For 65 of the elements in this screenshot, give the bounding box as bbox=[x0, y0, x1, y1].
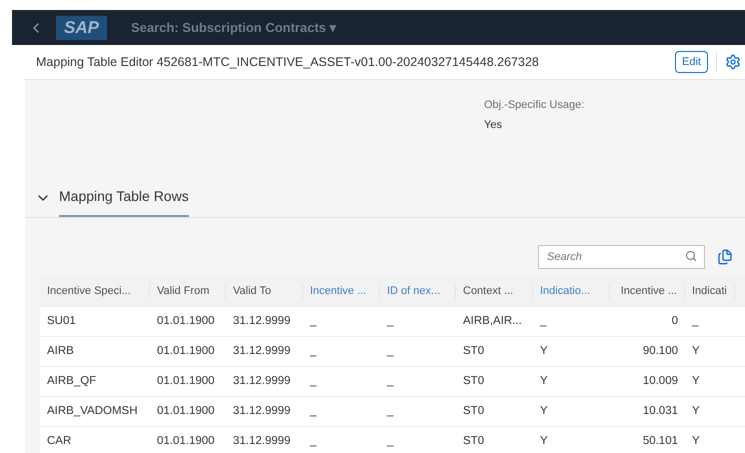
table-cell-text: 0 bbox=[670, 314, 679, 329]
table-cell-text: 01.01.1900 bbox=[156, 344, 216, 359]
table-cell-text: Y bbox=[691, 434, 701, 449]
table-cell-text: _ bbox=[308, 434, 318, 449]
table-cell-text: ST0 bbox=[462, 374, 486, 389]
table-cell-text: _ bbox=[386, 404, 394, 419]
table-cell-text: 31.12.9999 bbox=[232, 404, 292, 419]
table-cell-text: ST0 bbox=[462, 404, 486, 419]
table-cell-text: _ bbox=[386, 434, 394, 449]
table-cell-text: _ bbox=[386, 314, 394, 329]
column-header[interactable]: Context ... bbox=[456, 283, 533, 300]
section-title: Mapping Table Rows bbox=[59, 178, 189, 217]
column-header[interactable]: Valid To bbox=[226, 283, 303, 300]
table-cell-text: Y bbox=[539, 344, 549, 359]
table-cell-text: _ bbox=[308, 314, 318, 329]
table-cell-text: 01.01.1900 bbox=[156, 404, 216, 419]
table-cell-text: Y bbox=[539, 404, 549, 419]
table-cell-text: _ bbox=[308, 344, 318, 359]
table-cell-text: Y bbox=[539, 434, 549, 449]
table-cell-text: SU01 bbox=[46, 314, 77, 329]
table-cell-text: AIRB_VADOMSH bbox=[46, 404, 139, 419]
table-cell-text: _ bbox=[386, 344, 394, 359]
column-header[interactable]: Incentive Speci... bbox=[40, 283, 150, 300]
table-cell-text: 01.01.1900 bbox=[156, 314, 216, 329]
attribute-label: Obj.-Specific Usage: bbox=[484, 98, 586, 113]
table-cell-text: Y bbox=[539, 374, 549, 389]
app-title-menu[interactable]: Search: Subscription Contracts ▾ bbox=[130, 18, 337, 38]
table-cell-text: 50.101 bbox=[642, 434, 679, 449]
table-cell-text: 10.031 bbox=[642, 404, 679, 419]
table-cell-text: Y bbox=[691, 404, 701, 419]
table-cell-text: 31.12.9999 bbox=[232, 344, 292, 359]
table-cell-text: 90.100 bbox=[642, 344, 679, 359]
table-cell-text: AIRB,AIR... bbox=[462, 314, 523, 329]
table-cell-text: Y bbox=[691, 374, 701, 389]
settings-icon[interactable] bbox=[725, 54, 741, 70]
table-cell-text: _ bbox=[308, 404, 318, 419]
table-cell-text: 31.12.9999 bbox=[232, 434, 292, 449]
table-cell-text: 01.01.1900 bbox=[156, 434, 216, 449]
table-cell-text: CAR bbox=[46, 434, 72, 449]
column-header[interactable]: Incentive ... bbox=[610, 283, 685, 300]
table-cell-text: AIRB bbox=[46, 344, 75, 359]
table-cell-text: AIRB_QF bbox=[46, 374, 98, 389]
attribute-value: Yes bbox=[484, 118, 503, 132]
column-header[interactable]: ID of nex... bbox=[380, 283, 456, 300]
table-cell-text: Y bbox=[691, 344, 701, 359]
column-header[interactable]: Indicatio... bbox=[533, 283, 610, 300]
table-cell-text: _ bbox=[386, 374, 394, 389]
column-header[interactable]: Valid From bbox=[150, 283, 226, 300]
table-cell-text: ST0 bbox=[462, 434, 486, 449]
table-cell-text: _ bbox=[538, 314, 548, 329]
table-cell-text: _ bbox=[308, 374, 318, 389]
table-cell-text: ST0 bbox=[462, 344, 486, 359]
column-header[interactable]: Incentive ... bbox=[303, 283, 380, 300]
table-cell-text: 31.12.9999 bbox=[232, 374, 292, 389]
search-field[interactable]: Search bbox=[538, 245, 705, 269]
copy-icon[interactable] bbox=[717, 248, 733, 264]
column-header[interactable]: Indicati bbox=[685, 283, 735, 300]
search-icon[interactable] bbox=[685, 250, 697, 262]
table-cell-text: 01.01.1900 bbox=[156, 374, 216, 389]
logo: SAP bbox=[56, 16, 107, 40]
table-cell-text: 10.009 bbox=[642, 374, 679, 389]
page-title: Mapping Table Editor 452681-MTC_INCENTIVE_ASSET-v01.00-20240327145448.267328 bbox=[36, 54, 540, 71]
table-cell-text: _ bbox=[690, 314, 700, 329]
edit-button[interactable]: Edit bbox=[675, 50, 708, 74]
table-cell-text: 31.12.9999 bbox=[232, 314, 292, 329]
